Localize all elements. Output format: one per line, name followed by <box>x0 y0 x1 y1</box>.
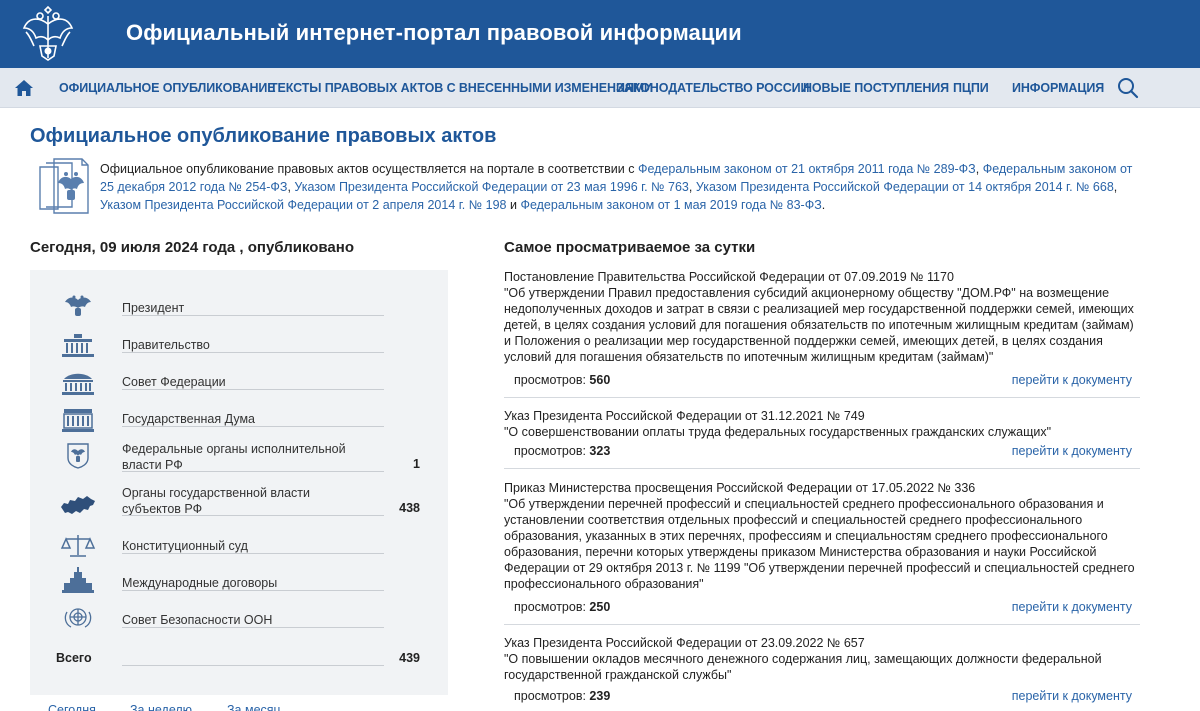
views-count: 560 <box>589 373 611 387</box>
row-divider <box>122 426 384 427</box>
row-divider <box>122 352 384 353</box>
nav-item-information[interactable]: ИНФОРМАЦИЯ <box>1012 81 1104 95</box>
doc-title[interactable]: Указ Президента Российской Федерации от … <box>504 408 1140 424</box>
popular-doc: Указ Президента Российской Федерации от … <box>504 635 1140 705</box>
intro-link-fz-289[interactable]: Федеральным законом от 21 октября 2011 г… <box>638 162 976 176</box>
views-label: просмотров: <box>514 373 586 387</box>
row-divider <box>122 590 384 591</box>
page-title: Официальное опубликование правовых актов <box>30 125 497 147</box>
views-label: просмотров: <box>514 689 586 703</box>
doc-views: просмотров: 250 <box>514 600 610 614</box>
scales-icon <box>60 535 96 557</box>
row-divider <box>122 389 384 390</box>
coat-of-arms-icon[interactable] <box>20 6 76 64</box>
duma-building-icon <box>62 409 94 432</box>
nav-item-russian-legislation[interactable]: ЗАКОНОДАТЕЛЬСТВО РОССИИ <box>616 81 810 95</box>
shield-eagle-icon <box>67 443 89 469</box>
row-label-president[interactable]: Президент <box>122 300 184 316</box>
site-header: Официальный интернет-портал правовой инф… <box>0 0 1200 68</box>
popular-doc: Постановление Правительства Российской Ф… <box>504 269 1140 398</box>
eagle-icon <box>65 295 91 316</box>
row-divider <box>122 515 384 516</box>
row-divider <box>122 627 384 628</box>
row-divider <box>122 553 384 554</box>
doc-views: просмотров: 560 <box>514 373 610 387</box>
doc-description: "О совершенствовании оплаты труда федера… <box>504 425 1052 439</box>
federation-council-icon <box>62 373 94 395</box>
tab-week[interactable]: За неделю <box>130 703 192 711</box>
views-count: 239 <box>589 689 611 703</box>
popular-title: Самое просматриваемое за сутки <box>504 239 756 256</box>
doc-divider <box>504 468 1140 469</box>
popular-doc: Приказ Министерства просвещения Российск… <box>504 480 1140 625</box>
doc-views: просмотров: 323 <box>514 444 610 458</box>
doc-title[interactable]: Указ Президента Российской Федерации от … <box>504 635 1140 651</box>
intro-link-fz-83[interactable]: Федеральным законом от 1 мая 2019 года №… <box>520 198 821 212</box>
doc-divider <box>504 624 1140 625</box>
today-title: Сегодня, 09 июля 2024 года , опубликован… <box>30 239 355 256</box>
russia-map-icon <box>61 496 95 514</box>
views-label: просмотров: <box>514 444 586 458</box>
doc-link[interactable]: перейти к документу <box>1012 444 1132 458</box>
search-icon[interactable] <box>1117 77 1139 99</box>
views-label: просмотров: <box>514 600 586 614</box>
portal-title[interactable]: Официальный интернет-портал правовой инф… <box>126 20 742 46</box>
nav-item-pcpi[interactable]: ПЦПИ <box>953 81 989 95</box>
row-label-federal-executive[interactable]: Федеральные органы исполнительной власти… <box>122 441 362 473</box>
tab-month[interactable]: За месяц <box>227 703 281 711</box>
doc-title[interactable]: Постановление Правительства Российской Ф… <box>504 269 1140 285</box>
doc-description: "Об утверждении перечней профессий и спе… <box>504 497 1135 591</box>
row-divider <box>122 315 384 316</box>
government-building-icon <box>62 334 94 357</box>
doc-link[interactable]: перейти к документу <box>1012 689 1132 703</box>
home-icon[interactable] <box>14 78 34 98</box>
tab-today[interactable]: Сегодня <box>48 703 96 711</box>
doc-title[interactable]: Приказ Министерства просвещения Российск… <box>504 480 1140 496</box>
nav-item-new-arrivals[interactable]: НОВЫЕ ПОСТУПЛЕНИЯ <box>803 81 949 95</box>
row-divider <box>122 665 384 666</box>
nav-item-amended-texts[interactable]: ТЕКСТЫ ПРАВОВЫХ АКТОВ С ВНЕСЕННЫМИ ИЗМЕН… <box>270 81 653 95</box>
popular-doc: Указ Президента Российской Федерации от … <box>504 408 1140 469</box>
total-label: Всего <box>56 651 92 665</box>
row-label-government[interactable]: Правительство <box>122 337 210 353</box>
main-nav: ОФИЦИАЛЬНОЕ ОПУБЛИКОВАНИЕ ТЕКСТЫ ПРАВОВЫ… <box>0 68 1200 108</box>
row-label-federation-council[interactable]: Совет Федерации <box>122 374 226 390</box>
row-label-constitutional-court[interactable]: Конституционный суд <box>122 538 248 554</box>
tower-icon <box>62 567 94 593</box>
intro-and: и <box>509 198 517 212</box>
doc-description: "Об утверждении Правил предоставления су… <box>504 286 1134 364</box>
doc-description: "О повышении окладов месячного денежного… <box>504 652 1102 682</box>
row-divider <box>122 471 384 472</box>
intro-paragraph: Официальное опубликование правовых актов… <box>100 162 1133 212</box>
total-count: 439 <box>399 651 420 665</box>
views-count: 323 <box>589 444 611 458</box>
row-label-un-security-council[interactable]: Совет Безопасности ООН <box>122 612 272 628</box>
today-panel: Президент Правительство Совет Федерации <box>30 270 448 695</box>
views-count: 250 <box>589 600 611 614</box>
row-label-state-duma[interactable]: Государственная Дума <box>122 411 255 427</box>
nav-item-official-publication[interactable]: ОФИЦИАЛЬНОЕ ОПУБЛИКОВАНИЕ <box>59 81 276 95</box>
row-count-regional-authorities: 438 <box>399 501 420 515</box>
intro-link-ukaz-668[interactable]: Указом Президента Российской Федерации о… <box>696 180 1114 194</box>
doc-divider <box>504 397 1140 398</box>
row-count-federal-executive: 1 <box>413 457 420 471</box>
intro-link-ukaz-763[interactable]: Указом Президента Российской Федерации о… <box>294 180 688 194</box>
intro-link-ukaz-198[interactable]: Указом Президента Российской Федерации о… <box>100 198 506 212</box>
doc-link[interactable]: перейти к документу <box>1012 600 1132 614</box>
doc-views: просмотров: 239 <box>514 689 610 703</box>
doc-link[interactable]: перейти к документу <box>1012 373 1132 387</box>
un-icon <box>64 608 92 628</box>
documents-emblem-icon <box>39 158 89 214</box>
intro-text: Официальное опубликование правовых актов… <box>100 162 635 176</box>
row-label-regional-authorities[interactable]: Органы государственной власти субъектов … <box>122 485 342 517</box>
row-label-international-treaties[interactable]: Международные договоры <box>122 575 277 591</box>
